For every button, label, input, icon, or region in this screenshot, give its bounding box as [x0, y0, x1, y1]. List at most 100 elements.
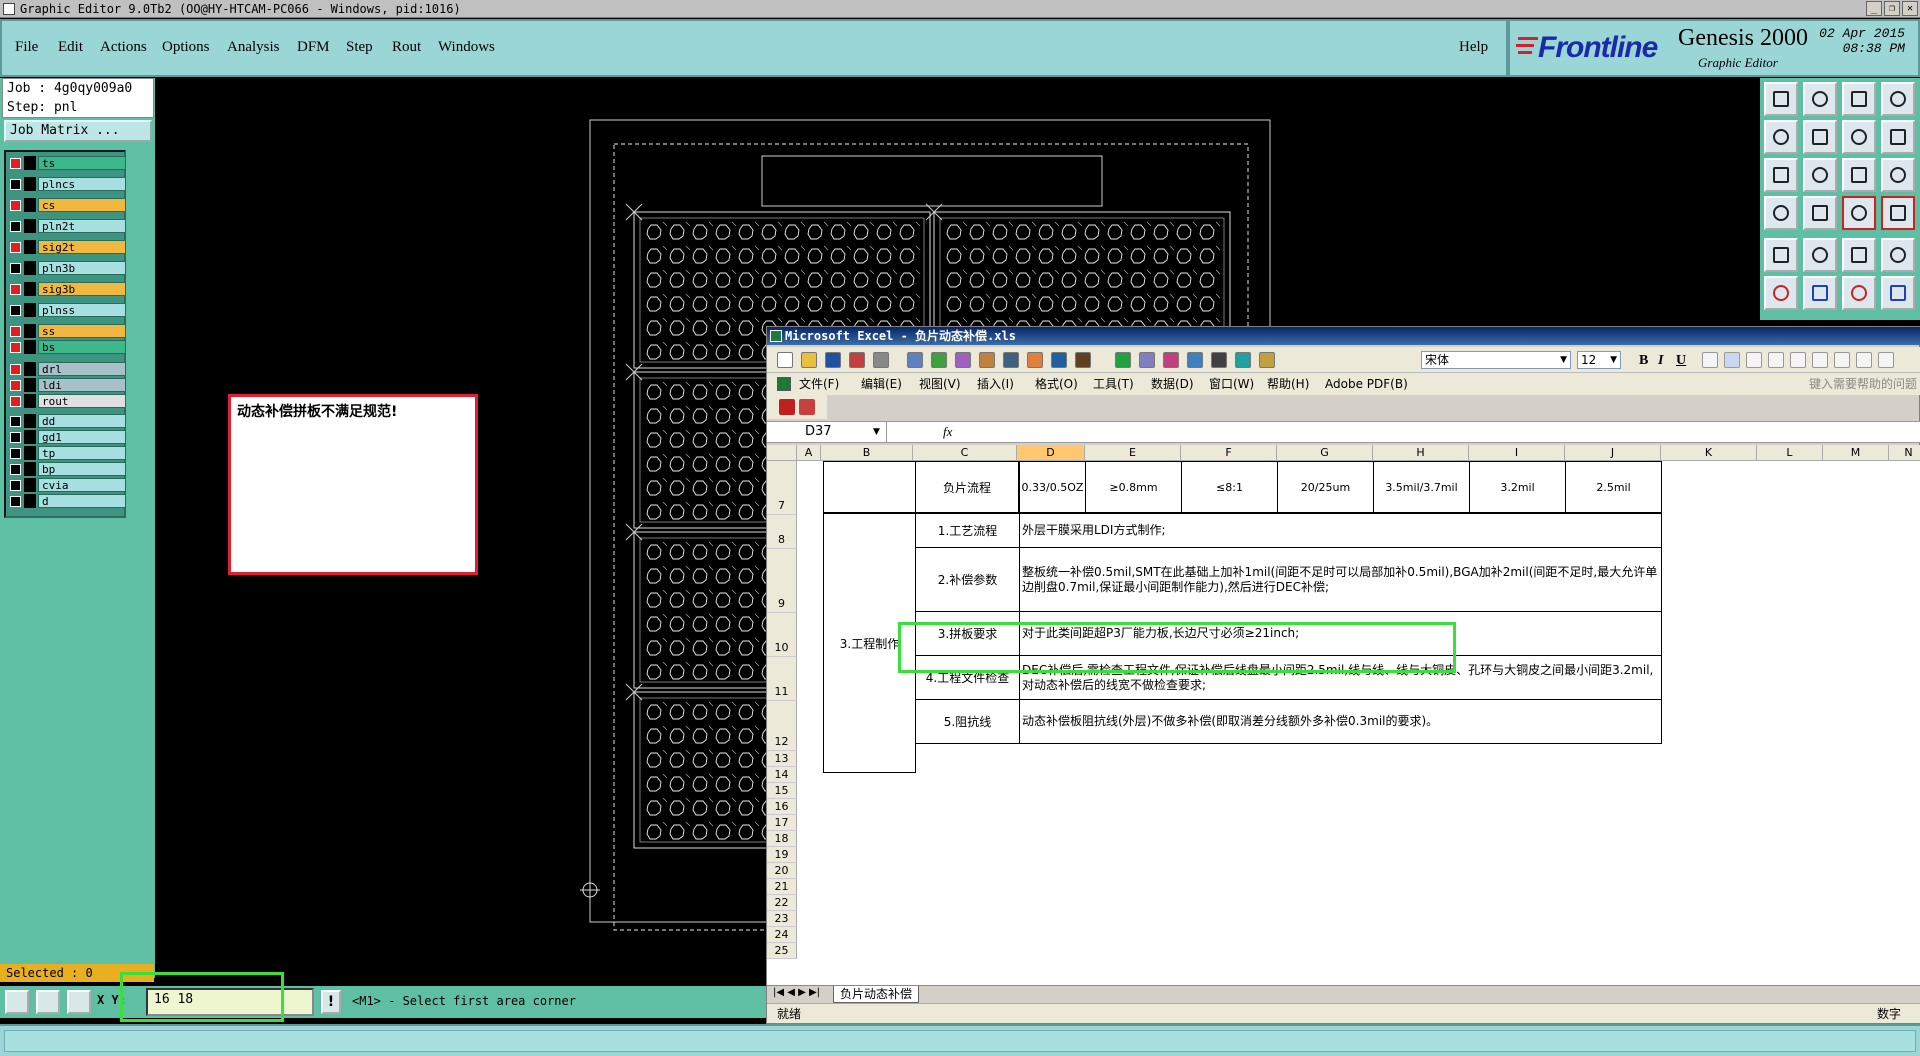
redo-icon[interactable] [1881, 120, 1915, 154]
menu-help[interactable]: Help [1459, 39, 1488, 56]
undo-icon[interactable] [1075, 352, 1091, 368]
layer-row-bp[interactable]: bp [8, 462, 126, 476]
spelling-icon[interactable] [931, 352, 947, 368]
help-search-input[interactable]: 键入需要帮助的问题 [1809, 373, 1917, 395]
column-header[interactable]: F [1181, 445, 1277, 461]
net-icon[interactable] [1881, 196, 1915, 230]
layer-name[interactable]: ss [38, 324, 126, 338]
cell-row7-b[interactable] [823, 461, 915, 513]
layer-row-pln3b[interactable]: pln3b [8, 261, 126, 275]
cell-row7-value[interactable]: 20/25um [1277, 461, 1374, 513]
cell-item-text[interactable]: 动态补偿板阻抗线(外层)不做多补偿(即取消差分线额外多补偿0.3mil的要求)。 [1019, 699, 1662, 744]
format-painter-icon[interactable] [1051, 352, 1067, 368]
fit-icon[interactable] [1764, 158, 1798, 192]
layer-checkbox[interactable] [10, 480, 21, 491]
layer-checkbox[interactable] [10, 158, 21, 169]
layer-name[interactable]: d [38, 494, 126, 508]
chart-icon[interactable] [1235, 352, 1251, 368]
layer-checkbox[interactable] [10, 396, 21, 407]
column-header[interactable]: L [1757, 445, 1823, 461]
layer-name[interactable]: pln3b [38, 261, 126, 275]
currency-icon[interactable] [1790, 352, 1806, 368]
row-header[interactable]: 9 [767, 549, 797, 613]
xl-menu-view[interactable]: 视图(V) [919, 373, 961, 395]
column-header[interactable]: C [913, 445, 1017, 461]
row-header[interactable]: 14 [767, 767, 797, 783]
align-center-icon[interactable] [1724, 352, 1740, 368]
cut-icon[interactable] [979, 352, 995, 368]
question-icon[interactable] [1881, 158, 1915, 192]
ratio-icon[interactable] [1842, 158, 1876, 192]
row-header[interactable]: 25 [767, 943, 797, 959]
row-header[interactable]: 10 [767, 613, 797, 657]
layer-row-cs[interactable]: cs [8, 198, 126, 212]
window-icon[interactable] [1881, 82, 1915, 116]
decrease-decimal-icon[interactable] [1878, 352, 1894, 368]
column-header[interactable]: G [1277, 445, 1373, 461]
cell-row7-value[interactable]: 2.5mil [1565, 461, 1662, 513]
spreadsheet-grid[interactable]: A B C D E F G H I J K L M N 7 8 9 10 11 12 13 14 15 16 17 18 19 20 2… [767, 445, 1920, 985]
cell-row7-value[interactable]: ≥0.8mm [1085, 461, 1182, 513]
xl-menu-data[interactable]: 数据(D) [1151, 373, 1194, 395]
underline-button[interactable]: U [1676, 353, 1686, 369]
layer-name[interactable]: tp [38, 446, 126, 460]
row-header[interactable]: 21 [767, 879, 797, 895]
column-header[interactable]: A [797, 445, 821, 461]
layer-checkbox[interactable] [10, 326, 21, 337]
column-header[interactable]: I [1469, 445, 1565, 461]
paste-icon[interactable] [1027, 352, 1043, 368]
layer-checkbox[interactable] [10, 242, 21, 253]
layer-row-tp[interactable]: tp [8, 446, 126, 460]
font-select[interactable]: 宋体 ▼ [1421, 351, 1571, 369]
bold-button[interactable]: B [1639, 353, 1648, 369]
menu-analysis[interactable]: Analysis [227, 39, 280, 56]
grid-icon[interactable] [1803, 196, 1837, 230]
font-size-select[interactable]: 12 ▼ [1577, 351, 1621, 369]
research-icon[interactable] [955, 352, 971, 368]
column-header[interactable]: J [1565, 445, 1661, 461]
layer-row-ss[interactable]: ss [8, 324, 126, 338]
layer-checkbox[interactable] [10, 496, 21, 507]
xl-menu-adobe-pdf[interactable]: Adobe PDF(B) [1325, 373, 1408, 395]
angle-icon[interactable] [1803, 238, 1837, 272]
layer-name[interactable]: ts [38, 156, 126, 170]
cell-row7-label[interactable]: 负片流程 [915, 461, 1019, 513]
cell-item-name[interactable]: 5.阻抗线 [915, 699, 1020, 744]
layer-icon[interactable] [1764, 196, 1798, 230]
xl-menu-window[interactable]: 窗口(W) [1209, 373, 1254, 395]
row-header[interactable]: 22 [767, 895, 797, 911]
menu-windows[interactable]: Windows [438, 39, 495, 56]
xl-menu-help[interactable]: 帮助(H) [1267, 373, 1309, 395]
layer-name[interactable]: dd [38, 414, 126, 428]
menu-file[interactable]: File [15, 39, 38, 56]
xl-menu-insert[interactable]: 插入(I) [977, 373, 1014, 395]
column-header[interactable]: K [1661, 445, 1757, 461]
align-right-icon[interactable] [1746, 352, 1762, 368]
zoom-area-icon[interactable] [5, 990, 29, 1014]
row-header[interactable]: 17 [767, 815, 797, 831]
cell-row7-value[interactable]: 0.33/0.5OZ [1019, 461, 1086, 513]
permission-icon[interactable] [849, 352, 865, 368]
job-matrix-button[interactable]: Job Matrix ... [4, 120, 152, 142]
restore-icon[interactable]: ❐ [1884, 1, 1900, 16]
minimize-icon[interactable]: _ [1866, 1, 1882, 16]
grid-snap-icon[interactable] [67, 990, 91, 1014]
pdf-icon[interactable] [779, 399, 795, 415]
layer-name[interactable]: plnss [38, 303, 126, 317]
row-header[interactable]: 8 [767, 515, 797, 549]
layer-name[interactable]: cs [38, 198, 126, 212]
layer-row-d[interactable]: d [8, 494, 126, 508]
sheet-nav-icons[interactable]: |◀ ◀ ▶ ▶| [773, 987, 820, 998]
column-header[interactable]: E [1085, 445, 1181, 461]
layer-row-ldi[interactable]: ldi [8, 378, 126, 392]
layer-name[interactable]: sig3b [38, 282, 126, 296]
grid-corner[interactable] [767, 445, 797, 461]
row-header[interactable]: 16 [767, 799, 797, 815]
layer-row-dd[interactable]: dd [8, 414, 126, 428]
copy-icon[interactable] [1003, 352, 1019, 368]
merge-center-icon[interactable] [1768, 352, 1784, 368]
print-icon[interactable] [873, 352, 889, 368]
layer-checkbox[interactable] [10, 364, 21, 375]
measure-icon[interactable] [36, 990, 60, 1014]
cross-icon[interactable] [1803, 276, 1837, 310]
